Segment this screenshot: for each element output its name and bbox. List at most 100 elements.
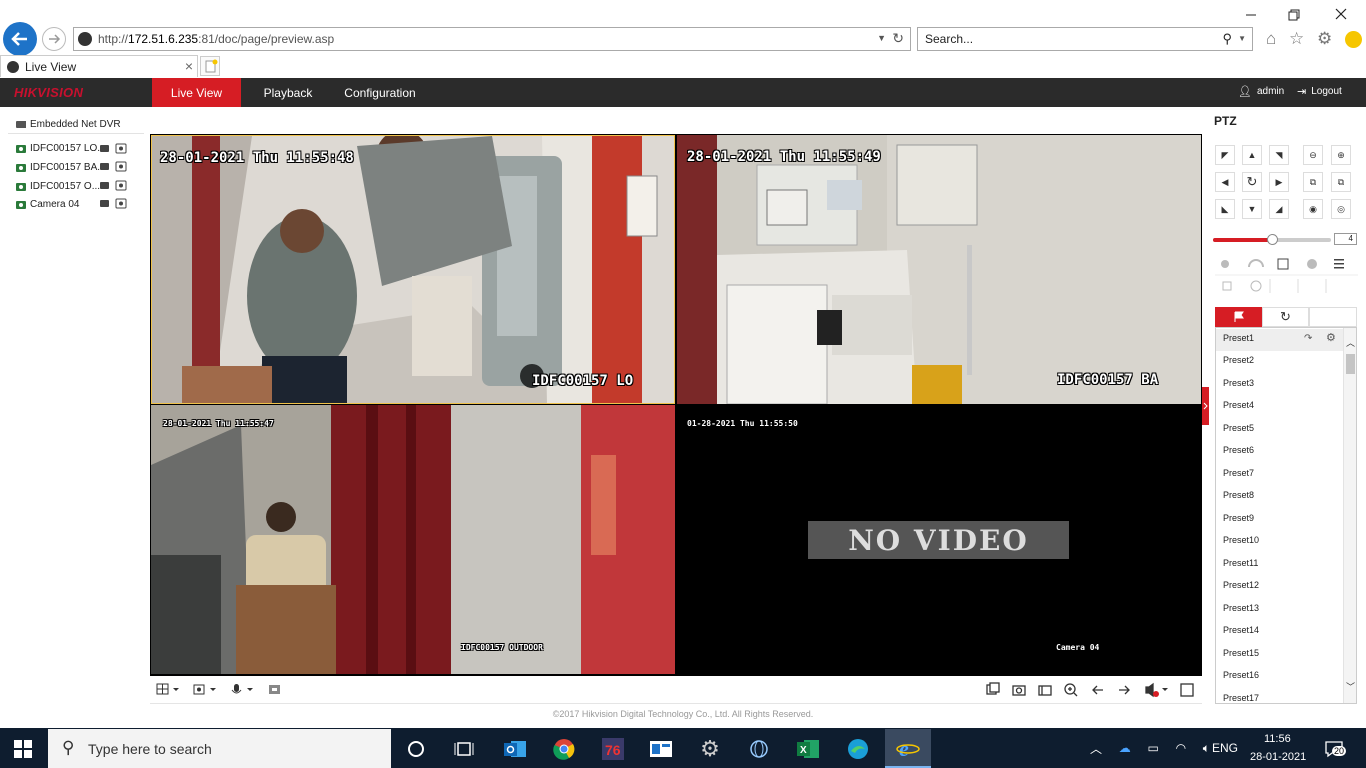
search-dropdown-icon[interactable]: ▼	[1238, 34, 1246, 43]
preset-item[interactable]: Preset3	[1223, 378, 1254, 388]
settings-gear-icon[interactable]: ⚙	[1317, 29, 1332, 49]
preset-item[interactable]: Preset15	[1223, 648, 1259, 658]
search-icon[interactable]: ⚲	[1222, 31, 1232, 47]
battery-icon[interactable]: ▭	[1147, 741, 1158, 755]
onedrive-cloud-icon[interactable]: ☁	[1119, 741, 1131, 755]
ptz-up-right-button[interactable]: ◥	[1269, 145, 1289, 165]
preset-item[interactable]: Preset16	[1223, 670, 1259, 680]
tree-camera-3[interactable]: IDFC00157 O...	[16, 179, 100, 193]
preset-item[interactable]: Preset11	[1223, 558, 1258, 568]
microphone-button[interactable]	[230, 683, 256, 697]
taskbar-time[interactable]: 11:56	[1264, 733, 1291, 745]
tab-live-view[interactable]: Live View	[152, 78, 241, 107]
taskbar-date[interactable]: 28-01-2021	[1250, 751, 1306, 763]
ptz-speed-slider[interactable]	[1213, 234, 1331, 245]
home-icon[interactable]: ⌂	[1266, 29, 1276, 49]
zoom-in-button[interactable]: ⊕	[1331, 145, 1351, 165]
ptz-panel-toggle[interactable]	[1202, 387, 1209, 425]
window-layout-button[interactable]	[156, 683, 182, 697]
taskbar-search-box[interactable]: ⚲ Type here to search	[48, 729, 391, 768]
patrol-tab[interactable]: ↻	[1262, 307, 1309, 327]
app-76-launcher[interactable]: 76	[600, 736, 626, 762]
back-button[interactable]	[3, 22, 37, 56]
ptz-left-button[interactable]: ◀	[1215, 172, 1235, 192]
preset-item[interactable]: Preset2	[1223, 355, 1254, 365]
focus-far-button[interactable]: ⧉	[1331, 172, 1351, 192]
preset-item[interactable]: Preset17	[1223, 693, 1259, 703]
video-cell-4[interactable]: 01-28-2021 Thu 11:55:50 NO VIDEO Camera …	[677, 405, 1201, 674]
wifi-icon[interactable]: ◠	[1176, 741, 1186, 755]
preset-item[interactable]: Preset10	[1223, 535, 1259, 545]
stream-type-button[interactable]	[193, 683, 219, 697]
tree-camera-2[interactable]: IDFC00157 BA...	[16, 160, 106, 174]
preset-tab[interactable]	[1215, 307, 1262, 327]
iris-close-button[interactable]: ◉	[1303, 199, 1323, 219]
tab-playback[interactable]: Playback	[256, 78, 320, 107]
internet-explorer-app[interactable]: e	[885, 729, 931, 768]
ptz-down-button[interactable]: ▼	[1242, 199, 1262, 219]
preset-item[interactable]: Preset6	[1223, 445, 1254, 455]
tab-close-icon[interactable]: ×	[185, 58, 193, 74]
task-view-button[interactable]	[451, 736, 477, 762]
tab-configuration[interactable]: Configuration	[340, 78, 420, 107]
preset-item[interactable]: Preset9	[1223, 513, 1254, 523]
volume-icon[interactable]: 🔈︎	[1203, 741, 1210, 756]
excel-app[interactable]: X	[795, 736, 821, 762]
favorites-icon[interactable]: ☆	[1289, 29, 1304, 49]
smiley-icon[interactable]	[1344, 30, 1362, 48]
call-preset-icon[interactable]: ↷	[1304, 333, 1312, 344]
notifications-button[interactable]: 20	[1324, 739, 1347, 759]
chrome-app[interactable]	[551, 736, 577, 762]
edge-app[interactable]	[845, 736, 871, 762]
language-indicator[interactable]: ENG	[1212, 741, 1238, 755]
scroll-thumb[interactable]	[1346, 354, 1355, 374]
slider-handle[interactable]	[1267, 234, 1278, 245]
ptz-right-button[interactable]: ▶	[1269, 172, 1289, 192]
tree-camera-4[interactable]: Camera 04	[16, 197, 79, 211]
browser-tab-live-view[interactable]: Live View ×	[0, 55, 198, 77]
tree-root-dvr[interactable]: Embedded Net DVR	[16, 117, 121, 131]
scroll-up-icon[interactable]: ︿	[1346, 336, 1355, 349]
preset-item[interactable]: Preset12	[1223, 580, 1259, 590]
preset-item[interactable]: Preset7	[1223, 468, 1254, 478]
settings-app[interactable]: ⚙	[697, 736, 723, 762]
preset-item[interactable]: Preset8	[1223, 490, 1254, 500]
ptz-up-button[interactable]: ▲	[1242, 145, 1262, 165]
forward-button[interactable]	[42, 27, 66, 51]
dropdown-icon[interactable]: ▼	[877, 33, 886, 43]
video-cell-3[interactable]: 28-01-2021 Thu 11:55:47 IDFC00157 OUTDOO…	[151, 405, 675, 674]
start-button[interactable]	[11, 737, 35, 761]
ptz-speed-value[interactable]: 4	[1334, 233, 1357, 245]
new-tab-button[interactable]	[200, 56, 220, 76]
ptz-auto-button[interactable]: ↻	[1242, 172, 1262, 192]
preset-scrollbar[interactable]: ︿ ﹀	[1343, 328, 1356, 703]
preset-item[interactable]: Preset13	[1223, 603, 1259, 613]
video-cell-1[interactable]: 28-01-2021 Thu 11:55:48 IDFC00157 LO	[151, 135, 675, 404]
focus-near-button[interactable]: ⧉	[1303, 172, 1323, 192]
stop-all-preview-button[interactable]	[268, 683, 282, 697]
ptz-down-left-button[interactable]: ◣	[1215, 199, 1235, 219]
preset-item[interactable]: Preset14	[1223, 625, 1259, 635]
cortana-button[interactable]	[403, 736, 429, 762]
network-app[interactable]	[746, 736, 772, 762]
tree-camera-1[interactable]: IDFC00157 LO...	[16, 141, 106, 155]
window-app[interactable]	[648, 736, 674, 762]
chevron-up-icon[interactable]: ︿	[1090, 740, 1102, 757]
video-cell-2[interactable]: 28-01-2021 Thu 11:55:49 IDFC00157 BA	[677, 135, 1201, 404]
ptz-functions-icon[interactable]	[1215, 255, 1358, 295]
user-menu[interactable]: 👤︎ admin	[1238, 85, 1284, 98]
ptz-down-right-button[interactable]: ◢	[1269, 199, 1289, 219]
pattern-tab[interactable]	[1309, 307, 1357, 327]
logout-button[interactable]: ⇥ Logout	[1297, 85, 1342, 98]
preset-settings-icon[interactable]: ⚙	[1326, 331, 1336, 344]
preset-item[interactable]: Preset1	[1223, 333, 1254, 343]
browser-search-box[interactable]: Search... ⚲ ▼	[917, 27, 1253, 51]
preset-item[interactable]: Preset5	[1223, 423, 1254, 433]
scroll-down-icon[interactable]: ﹀	[1346, 680, 1355, 693]
outlook-app[interactable]	[502, 736, 528, 762]
iris-open-button[interactable]: ◎	[1331, 199, 1351, 219]
preset-item[interactable]: Preset4	[1223, 400, 1254, 410]
address-bar[interactable]: http://172.51.6.235:81/doc/page/preview.…	[73, 27, 911, 51]
refresh-icon[interactable]: ↻	[892, 30, 904, 47]
ptz-up-left-button[interactable]: ◤	[1215, 145, 1235, 165]
